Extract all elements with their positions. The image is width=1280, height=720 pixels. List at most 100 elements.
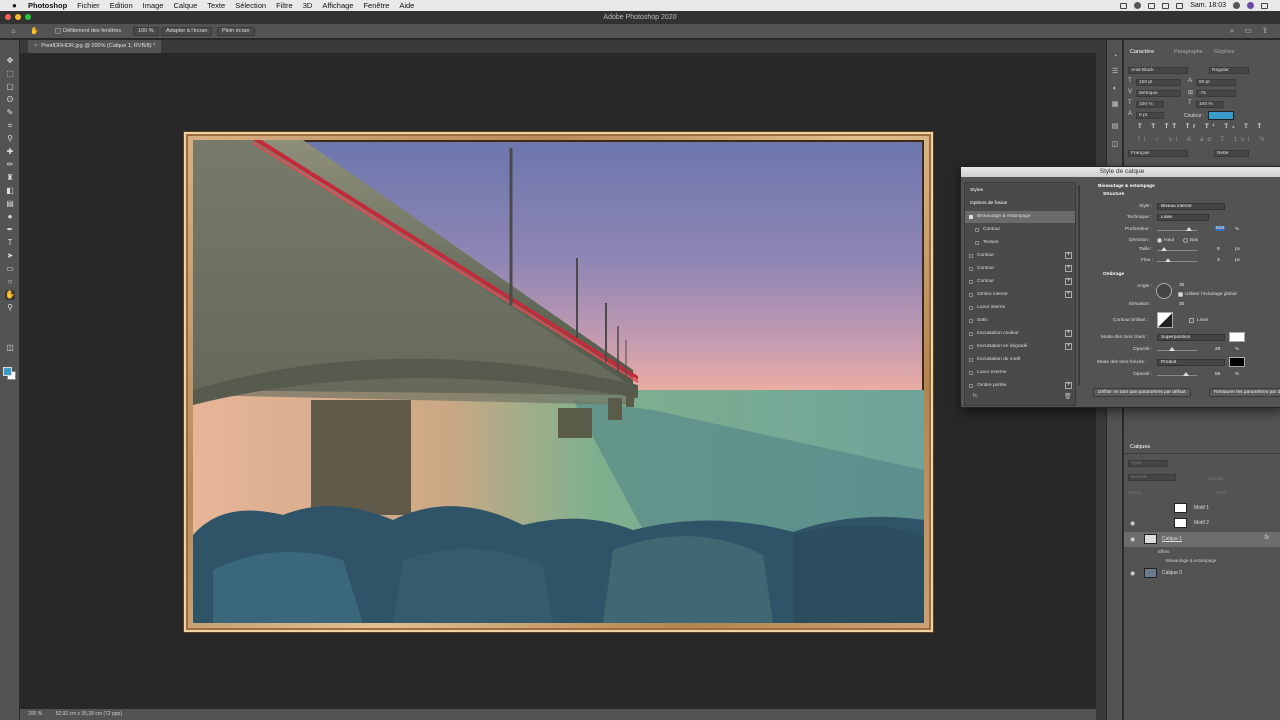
effect-checkbox[interactable]: [969, 358, 973, 362]
zoom-window-button[interactable]: [25, 14, 31, 20]
layer-row-calque1[interactable]: ◉ Calque 1 fx: [1124, 532, 1280, 547]
antialias-select[interactable]: Nette: [1214, 150, 1249, 157]
lasso-tool-icon[interactable]: ʘ: [5, 95, 15, 105]
quick-mask-icon[interactable]: ◫: [5, 343, 15, 353]
video-icon[interactable]: [1120, 2, 1128, 9]
add-effect-icon[interactable]: +: [1065, 382, 1072, 389]
eraser-tool-icon[interactable]: ◧: [5, 186, 15, 196]
bevel-style-select[interactable]: Biseau interne: [1157, 203, 1225, 210]
gloss-contour-picker[interactable]: [1157, 312, 1173, 328]
highlight-mode-select[interactable]: Superposition: [1157, 334, 1225, 341]
gradient-tool-icon[interactable]: ▤: [5, 199, 15, 209]
search-icon[interactable]: ⌕: [1227, 26, 1237, 36]
spotlight-icon[interactable]: [1233, 2, 1240, 9]
menu-fichier[interactable]: Fichier: [77, 1, 100, 10]
blend-mode-select[interactable]: Normal: [1128, 474, 1176, 481]
marquee-tool-icon[interactable]: ▢: [5, 82, 15, 92]
layer-name[interactable]: Calque 0: [1162, 570, 1182, 576]
global-light-checkbox[interactable]: [1178, 292, 1183, 297]
effect-item[interactable]: Incrustation couleur +: [965, 328, 1075, 340]
crop-tool-icon[interactable]: ⌗: [5, 121, 15, 131]
effect-checkbox[interactable]: [969, 306, 973, 310]
menu-aide[interactable]: Aide: [399, 1, 414, 10]
make-default-button[interactable]: Définir en tant que paramètres par défau…: [1093, 388, 1191, 397]
menu-fenetre[interactable]: Fenêtre: [363, 1, 389, 10]
clock[interactable]: Sam. 18:03: [1190, 2, 1226, 9]
hand-tool-icon[interactable]: ✋: [5, 290, 15, 300]
eye-icon[interactable]: ◉: [1130, 520, 1135, 527]
effect-bevel-item[interactable]: Biseautage & estampage: [1166, 558, 1216, 563]
screen-icon[interactable]: [1148, 2, 1156, 9]
history-icon[interactable]: ◔: [1111, 53, 1119, 61]
menu-filtre[interactable]: Filtre: [276, 1, 293, 10]
menu-3d[interactable]: 3D: [303, 1, 313, 10]
font-size-field[interactable]: 100 pt: [1136, 79, 1181, 86]
menu-app[interactable]: Photoshop: [28, 1, 67, 10]
effect-checkbox[interactable]: [975, 228, 979, 232]
styles-scrollbar[interactable]: [1078, 185, 1080, 385]
layer-row-motif2[interactable]: ◉ Motif 2: [1124, 516, 1280, 531]
highlight-opacity-value[interactable]: 28: [1215, 347, 1220, 352]
font-family-select[interactable]: Arial Black: [1128, 67, 1188, 74]
direction-up-radio[interactable]: [1157, 238, 1162, 243]
brush-tool-icon[interactable]: ✏: [5, 160, 15, 170]
share-icon[interactable]: ⇪: [1260, 26, 1270, 36]
dialog-title[interactable]: Style de calque: [961, 167, 1280, 177]
effect-checkbox[interactable]: [969, 215, 973, 219]
record-icon[interactable]: [1134, 2, 1142, 9]
effect-item[interactable]: Texture: [965, 237, 1075, 249]
effect-checkbox[interactable]: [969, 319, 973, 323]
text-color-swatch[interactable]: [1208, 111, 1234, 120]
highlight-color-swatch[interactable]: [1229, 332, 1245, 342]
fx-badge[interactable]: fx: [1264, 535, 1269, 541]
altitude-value[interactable]: 30: [1179, 302, 1184, 307]
tab-caractere[interactable]: Caractère: [1130, 49, 1154, 55]
opentype-buttons[interactable]: fi ♂ st A ad T 1st ½: [1138, 137, 1268, 143]
effect-item[interactable]: Ombre interne +: [965, 289, 1075, 301]
tracking-field[interactable]: -75: [1196, 90, 1236, 97]
hand-tool-preset-icon[interactable]: ✋: [30, 27, 39, 36]
document-tab[interactable]: × PontIDRHDR.jpg @ 200% (Calque 1, RVB/8)…: [28, 40, 162, 53]
effect-item[interactable]: Contour: [965, 224, 1075, 236]
kerning-field[interactable]: Métrique: [1136, 90, 1181, 97]
faux-style-buttons[interactable]: T T TT Tr T¹ T₁ T T: [1138, 124, 1265, 130]
battery-icon[interactable]: [1162, 2, 1170, 9]
quick-select-tool-icon[interactable]: ✎: [5, 108, 15, 118]
angle-dial[interactable]: [1156, 283, 1172, 299]
scroll-all-checkbox[interactable]: [55, 28, 61, 34]
menu-texte[interactable]: Texte: [207, 1, 225, 10]
libraries-icon[interactable]: ▦: [1111, 101, 1119, 109]
add-effect-icon[interactable]: +: [1065, 291, 1072, 298]
shadow-opacity-knob[interactable]: [1183, 372, 1189, 376]
styles-icon[interactable]: ◫: [1111, 141, 1119, 149]
layers-title[interactable]: Calques: [1130, 444, 1150, 450]
menu-edition[interactable]: Edition: [110, 1, 133, 10]
move-tool-icon[interactable]: ✥: [5, 56, 15, 66]
effect-item[interactable]: Contour +: [965, 263, 1075, 275]
smooth-checkbox[interactable]: [1189, 318, 1194, 323]
add-effect-icon[interactable]: +: [1065, 252, 1072, 259]
fit-screen-button[interactable]: Adapter à l'écran: [161, 27, 213, 36]
vscale-field[interactable]: 100 %: [1136, 101, 1164, 108]
user-icon[interactable]: [1247, 2, 1254, 9]
close-window-button[interactable]: [5, 14, 11, 20]
size-value[interactable]: 8: [1217, 247, 1220, 252]
shadow-mode-select[interactable]: Produit: [1157, 359, 1225, 366]
fill-screen-button[interactable]: Plein écran: [217, 27, 255, 36]
effect-checkbox[interactable]: [969, 371, 973, 375]
font-style-select[interactable]: Regular: [1209, 67, 1249, 74]
apple-icon[interactable]: ●: [12, 1, 20, 10]
path-select-tool-icon[interactable]: ➤: [5, 251, 15, 261]
effect-checkbox[interactable]: [969, 345, 973, 349]
effect-checkbox[interactable]: [969, 280, 973, 284]
ellipse-tool-icon[interactable]: ○: [5, 277, 15, 287]
workspace-icon[interactable]: ▭: [1243, 26, 1253, 36]
wifi-icon[interactable]: [1176, 2, 1184, 9]
effect-item[interactable]: Biseautage & estampage: [965, 211, 1075, 223]
layer-row-calque0[interactable]: ◉ Calque 0: [1124, 566, 1280, 581]
layer-row-motif1[interactable]: Motif 1: [1124, 501, 1280, 516]
effect-checkbox[interactable]: [969, 267, 973, 271]
layer-kind-filter[interactable]: Type: [1128, 460, 1168, 467]
effect-checkbox[interactable]: [969, 384, 973, 388]
styles-item[interactable]: Styles: [965, 185, 1075, 197]
